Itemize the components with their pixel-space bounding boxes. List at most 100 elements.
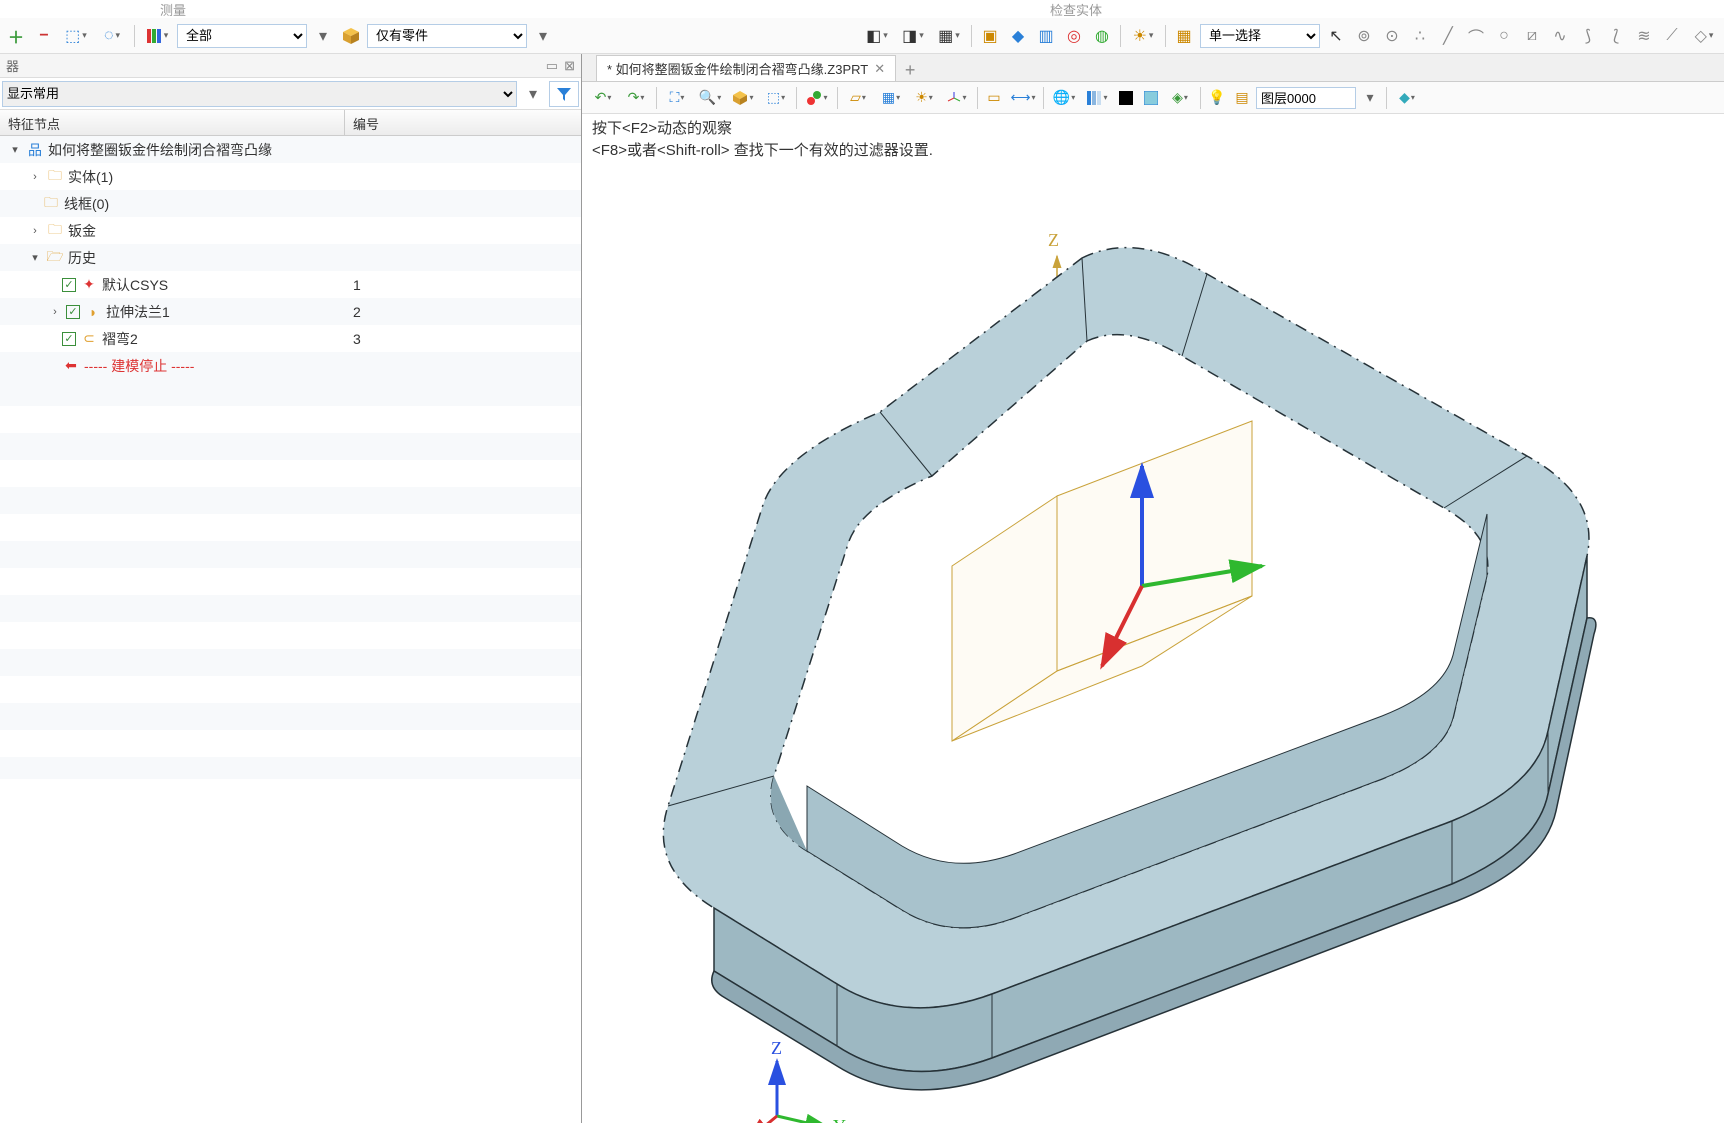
tree-history-csys[interactable]: ✓ ✦ 默认CSYS 1 [0,271,581,298]
separator [1200,87,1201,109]
zoom-all-icon[interactable]: ⛶ [662,87,692,109]
parts-dropdown-icon[interactable]: ▾ [531,24,555,48]
zoom-icon[interactable]: 🔍 [695,87,725,109]
tool6-icon[interactable]: ▥ [1034,24,1058,48]
tree-item-label: 历史 [68,248,96,268]
material-icon[interactable]: ◈ [1165,87,1195,109]
view3-icon[interactable]: ▦ [933,24,965,48]
tree-item-history[interactable]: ▾ 🗁 历史 [0,244,581,271]
color-blue-icon[interactable] [1140,87,1162,109]
layer-input[interactable] [1256,87,1356,109]
circle-select-icon[interactable]: ◌ [96,24,128,48]
circle-icon[interactable]: ○ [1492,24,1516,48]
remove-icon[interactable]: − [32,24,56,48]
col-number[interactable]: 编号 [345,110,581,135]
display-mode-dd-icon[interactable]: ▾ [521,82,545,106]
funnel-icon[interactable] [549,81,579,107]
render-icon[interactable] [728,87,758,109]
expand-icon[interactable]: › [28,171,42,183]
multi-icon[interactable]: ≋ [1632,24,1656,48]
menu-measure[interactable]: 测量 [160,0,186,19]
select-mode[interactable]: 单一选择 [1200,24,1320,48]
color-black-icon[interactable] [1115,87,1137,109]
tool5-icon[interactable]: ◆ [1006,24,1030,48]
tree-history-flange[interactable]: › ✓ ◗ 拉伸法兰1 2 [0,298,581,325]
curve2-icon[interactable]: ⟅ [1604,24,1628,48]
target-icon[interactable]: ⊚ [1352,24,1376,48]
tree-item-num: 2 [345,304,361,320]
analysis-icon[interactable] [802,87,832,109]
3d-viewport[interactable]: Z Y [582,166,1724,1123]
play-icon[interactable]: ⊙ [1380,24,1404,48]
tool4-icon[interactable]: ▣ [978,24,1002,48]
tab-add-icon[interactable]: + [898,60,922,81]
expand-icon[interactable]: › [28,225,42,237]
skin-icon[interactable] [1082,87,1112,109]
sun-icon[interactable]: ☀ [909,87,939,109]
material-cube-icon[interactable]: ◆ [1392,87,1422,109]
separator [971,25,972,47]
diag-icon[interactable]: ⧄ [1520,24,1544,48]
cube-icon[interactable] [339,24,363,48]
tree-item-num: 1 [345,277,361,293]
dash-icon[interactable]: ⟋ [1660,24,1684,48]
measure-icon[interactable]: ⟷ [1008,87,1038,109]
panel-close-icon[interactable]: ⊠ [564,58,575,74]
tree-item-solid[interactable]: › 🗀 实体(1) [0,163,581,190]
menu-inspect[interactable]: 检查实体 [1050,0,1102,19]
view2-icon[interactable]: ◨ [897,24,929,48]
checkbox-icon[interactable]: ✓ [62,332,76,346]
tree-stop[interactable]: ⬅ ----- 建模停止 ----- [0,352,581,379]
redo-icon[interactable]: ↷ [621,87,651,109]
undo-icon[interactable]: ↶ [588,87,618,109]
col-feature[interactable]: 特征节点 [0,110,345,135]
tree-item-label: 拉伸法兰1 [106,302,170,322]
display-mode-select[interactable]: 显示常用 [2,81,517,107]
checkbox-icon[interactable]: ✓ [62,278,76,292]
collapse-icon[interactable]: ▾ [28,251,42,264]
color-icon[interactable] [141,24,173,48]
expand-icon[interactable]: › [48,306,62,318]
filter-select[interactable]: 全部 [177,24,307,48]
add-icon[interactable]: ＋ [4,24,28,48]
plane-icon[interactable]: ▱ [843,87,873,109]
tree-item-wireframe[interactable]: 🗀 线框(0) [0,190,581,217]
parts-only-select[interactable]: 仅有零件 [367,24,527,48]
view1-icon[interactable]: ◧ [861,24,893,48]
tool8-icon[interactable]: ◍ [1090,24,1114,48]
cursor-icon[interactable]: ↖ [1324,24,1348,48]
csys-view-icon[interactable] [942,87,972,109]
tree-item-sheetmetal[interactable]: › 🗀 钣金 [0,217,581,244]
tree-item-label: 默认CSYS [102,275,168,295]
tree-item-num: 3 [345,331,361,347]
wave-icon[interactable]: ∿ [1548,24,1572,48]
layer-stack-icon[interactable]: ▤ [1231,87,1253,109]
tree-item-label: 钣金 [68,221,96,241]
folder-open-icon: 🗁 [46,249,64,267]
filter-dropdown-icon[interactable]: ▾ [311,24,335,48]
layer-icon[interactable]: ◇ [1688,24,1720,48]
separator [977,87,978,109]
curve-icon[interactable]: ⟆ [1576,24,1600,48]
bulb-icon[interactable]: 💡 [1206,87,1228,109]
close-icon[interactable]: ✕ [874,61,885,77]
arc-icon[interactable]: ⌒ [1464,24,1488,48]
tree-root[interactable]: ▾ 品 如何将整圈钣金件绘制闭合褶弯凸缘 [0,136,581,163]
line-icon[interactable]: ╱ [1436,24,1460,48]
point-icon[interactable]: ∴ [1408,24,1432,48]
layer-dd-icon[interactable]: ▾ [1359,87,1381,109]
tool7-icon[interactable]: ◎ [1062,24,1086,48]
globe-icon[interactable]: 🌐 [1049,87,1079,109]
wireframe-icon[interactable]: ⬚ [761,87,791,109]
tool10-icon[interactable]: ▦ [1172,24,1196,48]
tool9-icon[interactable]: ☀ [1127,24,1159,48]
collapse-icon[interactable]: ▾ [8,143,22,156]
plane2-icon[interactable]: ▭ [983,87,1005,109]
tab-active[interactable]: * 如何将整圈钣金件绘制闭合褶弯凸缘.Z3PRT ✕ [596,55,896,81]
feature-tree[interactable]: ▾ 品 如何将整圈钣金件绘制闭合褶弯凸缘 › 🗀 实体(1) 🗀 线框(0) ›… [0,136,581,1123]
checkbox-icon[interactable]: ✓ [66,305,80,319]
tree-history-hem[interactable]: ✓ ⊂ 褶弯2 3 [0,325,581,352]
panel-min-icon[interactable]: ▭ [546,58,558,74]
quad-icon[interactable]: ▦ [876,87,906,109]
select-box-icon[interactable]: ⬚ [60,24,92,48]
